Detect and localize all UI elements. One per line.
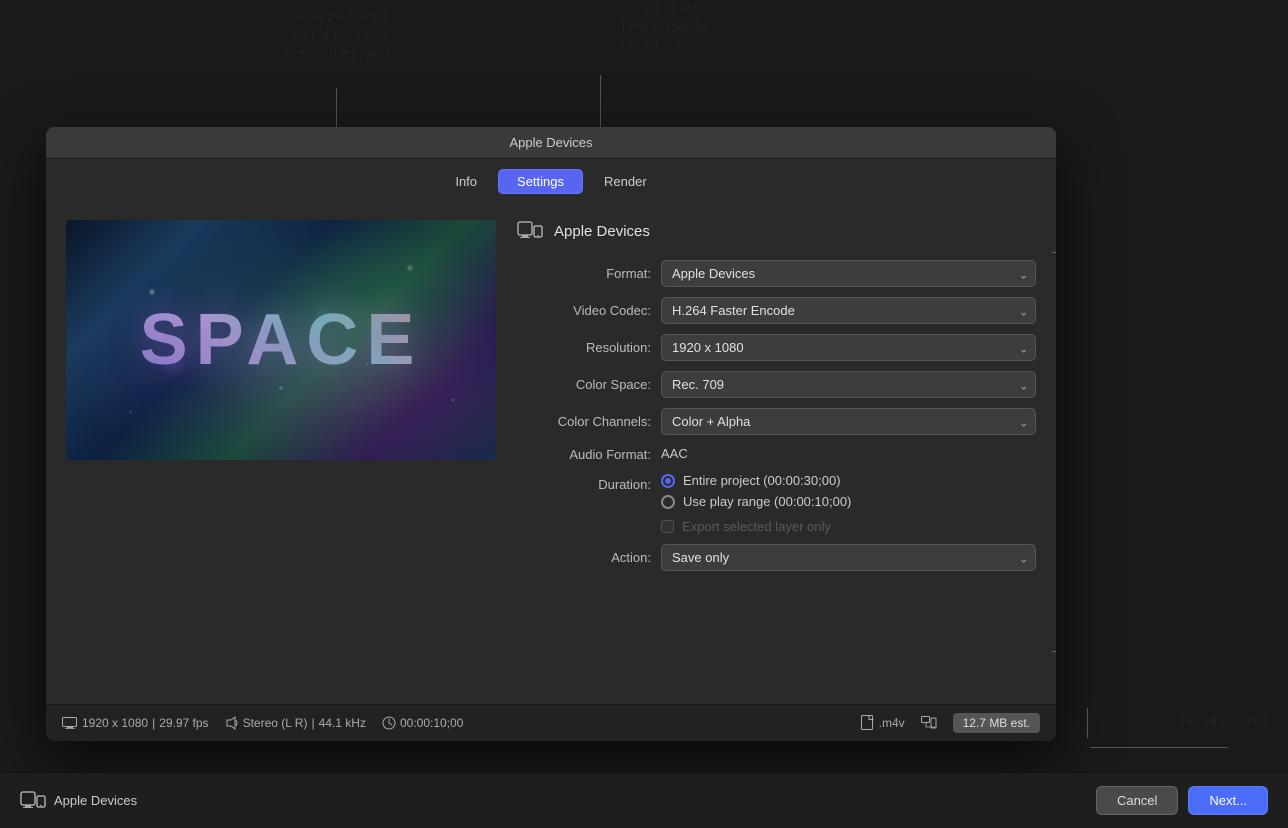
file-information-bracket (1090, 747, 1228, 748)
format-label: Format: (516, 266, 661, 281)
color-space-row: Color Space: Rec. 709 (516, 371, 1036, 398)
callout-left: Move the pointer over of the image to sk… (250, 8, 430, 63)
duration-info: 00:00:10;00 (382, 716, 463, 730)
callout-right-line (600, 75, 601, 132)
duration-value: 00:00:10;00 (400, 716, 463, 730)
export-dialog: Apple Devices Info Settings Render SPACE (46, 127, 1056, 741)
footer-device-label: Apple Devices (54, 793, 137, 808)
color-space-dropdown-wrapper: Rec. 709 (661, 371, 1036, 398)
color-space-control: Rec. 709 (661, 371, 1036, 398)
video-codec-label: Video Codec: (516, 303, 661, 318)
resolution-value: 1920 x 1080 (82, 716, 148, 730)
color-channels-control: Color + Alpha (661, 408, 1036, 435)
audio-info: Stereo (L R) | 44.1 kHz (225, 716, 366, 730)
resolution-row: Resolution: 1920 x 1080 (516, 334, 1036, 361)
dialog-content: SPACE Apple Devices (46, 204, 1056, 704)
dialog-titlebar: Apple Devices (46, 127, 1056, 159)
action-control: Save only (661, 544, 1036, 571)
settings-header: Apple Devices (516, 220, 1036, 242)
color-channels-dropdown-wrapper: Color + Alpha (661, 408, 1036, 435)
preview-panel: SPACE (66, 220, 496, 688)
fps-value: 29.97 fps (159, 716, 208, 730)
export-layer-label: Export selected layer only (682, 519, 831, 534)
dialog-title: Apple Devices (509, 135, 592, 150)
footer-device: Apple Devices (20, 791, 137, 811)
audio-separator: | (311, 716, 314, 730)
action-dropdown[interactable]: Save only (661, 544, 1036, 571)
file-information-line (1087, 708, 1088, 738)
audio-format-row: Audio Format: AAC (516, 445, 1036, 463)
duration-icon (382, 716, 396, 730)
duration-row: Duration: Entire project (00:00:30;00) U… (516, 473, 1036, 534)
play-range-radio-row[interactable]: Use play range (00:00:10;00) (661, 494, 1036, 509)
action-row: Action: Save only (516, 544, 1036, 571)
video-codec-dropdown-wrapper: H.264 Faster Encode (661, 297, 1036, 324)
file-information-label: File information (1179, 713, 1268, 728)
next-button[interactable]: Next... (1188, 786, 1268, 815)
share-settings-bracket (1052, 252, 1056, 652)
tab-info[interactable]: Info (436, 169, 496, 194)
audio-value: Stereo (L R) (243, 716, 308, 730)
sample-rate-value: 44.1 kHz (319, 716, 366, 730)
file-icon (861, 715, 875, 731)
file-ext-info: .m4v (861, 715, 905, 731)
settings-panel: Apple Devices Format: Apple Devices Vide… (496, 220, 1036, 688)
duration-control: Entire project (00:00:30;00) Use play ra… (661, 473, 1036, 534)
preview-image[interactable]: SPACE (66, 220, 496, 460)
bottom-bar: 1920 x 1080 | 29.97 fps Stereo (L R) | 4… (46, 704, 1056, 741)
color-channels-dropdown[interactable]: Color + Alpha (661, 408, 1036, 435)
play-range-label: Use play range (00:00:10;00) (683, 494, 851, 509)
entire-project-radio[interactable] (661, 474, 675, 488)
file-size-badge: 12.7 MB est. (953, 713, 1040, 733)
tab-settings[interactable]: Settings (498, 169, 583, 194)
duration-label: Duration: (516, 473, 661, 492)
resolution-dropdown[interactable]: 1920 x 1080 (661, 334, 1036, 361)
audio-format-value: AAC (661, 441, 688, 466)
entire-project-radio-row[interactable]: Entire project (00:00:30;00) (661, 473, 1036, 488)
export-icon-info (921, 716, 937, 730)
audio-format-label: Audio Format: (516, 447, 661, 462)
audio-format-control: AAC (661, 445, 1036, 463)
footer-bar: Apple Devices Cancel Next... (0, 772, 1288, 828)
file-ext: .m4v (879, 716, 905, 730)
format-control: Apple Devices (661, 260, 1036, 287)
duration-radio-group: Entire project (00:00:30;00) Use play ra… (661, 473, 1036, 534)
color-space-dropdown[interactable]: Rec. 709 (661, 371, 1036, 398)
apple-devices-icon (516, 220, 544, 242)
audio-icon (225, 716, 239, 730)
settings-panel-title: Apple Devices (554, 223, 650, 240)
video-codec-dropdown[interactable]: H.264 Faster Encode (661, 297, 1036, 324)
resolution-control: 1920 x 1080 (661, 334, 1036, 361)
tab-bar: Info Settings Render (46, 159, 1056, 204)
action-dropdown-wrapper: Save only (661, 544, 1036, 571)
export-layer-checkbox[interactable] (661, 520, 674, 533)
export-selected-layer-row: Export selected layer only (661, 519, 1036, 534)
cancel-button[interactable]: Cancel (1096, 786, 1178, 815)
resolution-label: Resolution: (516, 340, 661, 355)
resolution-info: 1920 x 1080 | 29.97 fps (62, 716, 209, 730)
entire-project-label: Entire project (00:00:30;00) (683, 473, 841, 488)
color-channels-label: Color Channels: (516, 414, 661, 429)
color-space-label: Color Space: (516, 377, 661, 392)
resolution-separator: | (152, 716, 155, 730)
video-codec-row: Video Codec: H.264 Faster Encode (516, 297, 1036, 324)
color-channels-row: Color Channels: Color + Alpha (516, 408, 1036, 435)
format-dropdown-wrapper: Apple Devices (661, 260, 1036, 287)
tab-render[interactable]: Render (585, 169, 666, 194)
resolution-dropdown-wrapper: 1920 x 1080 (661, 334, 1036, 361)
action-label: Action: (516, 550, 661, 565)
export-icon (921, 716, 937, 730)
video-codec-control: H.264 Faster Encode (661, 297, 1036, 324)
format-dropdown[interactable]: Apple Devices (661, 260, 1036, 287)
format-row: Format: Apple Devices (516, 260, 1036, 287)
play-range-radio[interactable] (661, 495, 675, 509)
callout-right: Click to set Motion-specific render opti… (575, 0, 755, 55)
nebula-overlay (66, 220, 496, 460)
footer-device-icon (20, 791, 46, 811)
resolution-icon (62, 717, 78, 729)
